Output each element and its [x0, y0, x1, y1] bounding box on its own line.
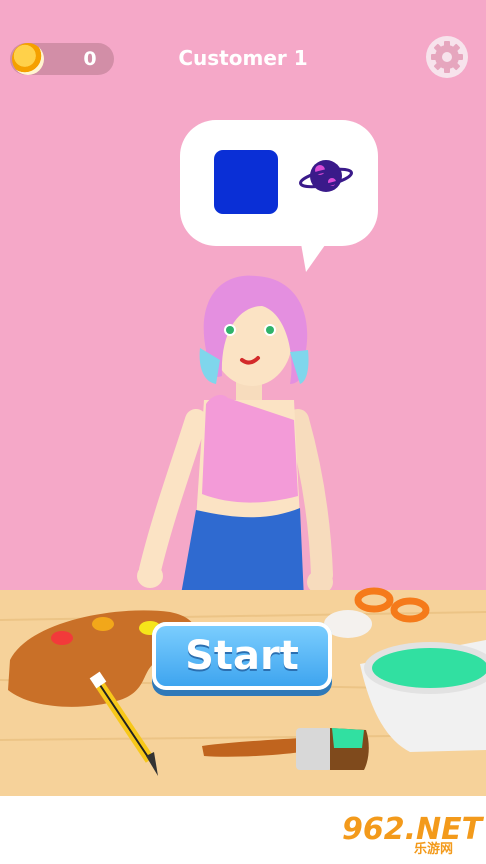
gear-icon — [431, 41, 463, 73]
coin-counter: 0 — [10, 43, 114, 75]
watermark-sub: 乐游网 — [414, 841, 454, 856]
customer-label: Customer 1 — [178, 46, 308, 70]
color-swatch — [214, 150, 278, 214]
coin-count: 0 — [83, 48, 97, 70]
coin-icon — [12, 43, 44, 75]
watermark-main: 962.NET — [342, 812, 483, 847]
settings-button[interactable] — [426, 36, 468, 78]
site-watermark: 962.NET 乐游网 — [332, 812, 482, 856]
game-scene — [0, 0, 486, 864]
start-button[interactable]: Start — [152, 622, 332, 690]
